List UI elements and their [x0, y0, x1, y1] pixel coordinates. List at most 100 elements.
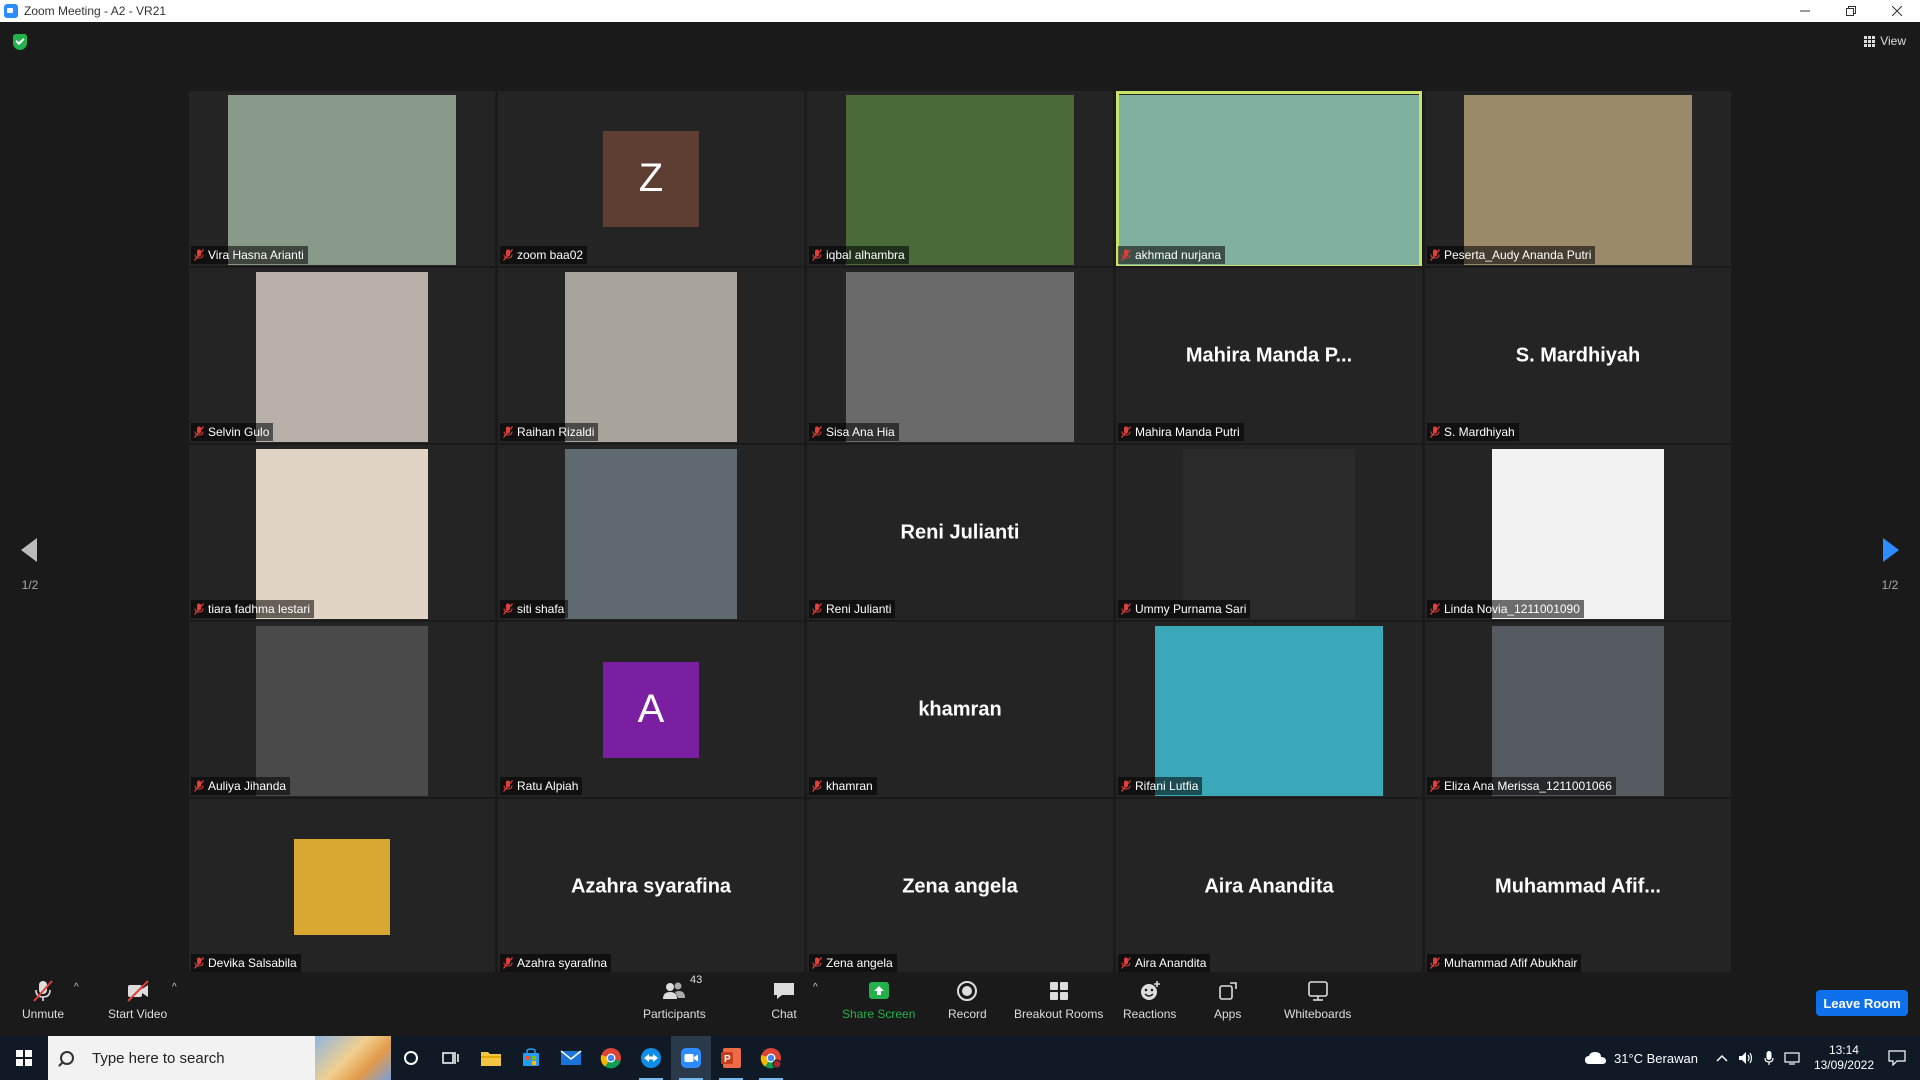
participant-tile[interactable]: Vira Hasna Arianti: [189, 91, 495, 266]
mic-muted-icon: [194, 780, 204, 792]
windows-logo-icon: [16, 1050, 32, 1066]
participant-tile[interactable]: siti shafa: [498, 445, 804, 620]
network-icon[interactable]: [1784, 1051, 1800, 1065]
minimize-button[interactable]: [1782, 0, 1828, 22]
leave-room-button[interactable]: Leave Room: [1816, 990, 1908, 1016]
whiteboards-button[interactable]: Whiteboards: [1284, 978, 1351, 1021]
clock-date: 13/09/2022: [1813, 1058, 1874, 1072]
zoom-taskbar-button[interactable]: [671, 1036, 711, 1080]
close-button[interactable]: [1874, 0, 1920, 22]
microsoft-store-button[interactable]: [511, 1036, 551, 1080]
participant-tile[interactable]: Ummy Purnama Sari: [1116, 445, 1422, 620]
record-label: Record: [948, 1007, 987, 1021]
start-button[interactable]: [0, 1036, 48, 1080]
mic-muted-icon: [503, 957, 513, 969]
grid-view-icon: [1864, 35, 1876, 47]
start-video-label: Start Video: [108, 1007, 168, 1021]
participant-tile[interactable]: iqbal alhambra: [807, 91, 1113, 266]
powerpoint-button[interactable]: P: [711, 1036, 751, 1080]
unmute-button[interactable]: Unmute: [22, 978, 64, 1021]
restore-button[interactable]: [1828, 0, 1874, 22]
chat-options-caret[interactable]: ^: [813, 982, 818, 993]
participant-video: [1183, 449, 1355, 619]
chrome-profile-button[interactable]: [751, 1036, 791, 1080]
participant-tile[interactable]: tiara fadhma lestari: [189, 445, 495, 620]
view-button[interactable]: View: [1864, 34, 1906, 48]
audio-options-caret[interactable]: ^: [74, 982, 79, 993]
record-button[interactable]: Record: [948, 978, 987, 1021]
participant-video: [256, 449, 428, 619]
file-explorer-button[interactable]: [471, 1036, 511, 1080]
participant-video: [1119, 95, 1419, 265]
participant-tile[interactable]: Mahira Manda P... Mahira Manda Putri: [1116, 268, 1422, 443]
participant-tile[interactable]: Reni Julianti Reni Julianti: [807, 445, 1113, 620]
participant-tile[interactable]: khamran khamran: [807, 622, 1113, 797]
previous-page-button[interactable]: [17, 534, 41, 566]
participant-name-label: Devika Salsabila: [191, 954, 301, 972]
participant-tile[interactable]: Raihan Rizaldi: [498, 268, 804, 443]
teamviewer-button[interactable]: [631, 1036, 671, 1080]
participant-display-name: Zena angela: [902, 875, 1018, 897]
share-screen-button[interactable]: Share Screen: [842, 978, 915, 1021]
mic-muted-icon: [1121, 249, 1131, 261]
participant-name: Devika Salsabila: [208, 956, 297, 970]
participant-tile[interactable]: S. Mardhiyah S. Mardhiyah: [1425, 268, 1731, 443]
chevron-up-icon[interactable]: [1716, 1053, 1728, 1063]
participant-tile[interactable]: Selvin Gulo: [189, 268, 495, 443]
cortana-button[interactable]: [391, 1036, 431, 1080]
chat-button[interactable]: Chat: [771, 978, 797, 1021]
encryption-shield-icon[interactable]: [13, 34, 27, 50]
participant-tile[interactable]: Sisa Ana Hia: [807, 268, 1113, 443]
participant-name: Mahira Manda Putri: [1135, 425, 1240, 439]
video-options-caret[interactable]: ^: [172, 982, 177, 993]
mic-muted-icon: [1430, 249, 1440, 261]
apps-button[interactable]: Apps: [1214, 978, 1241, 1021]
whiteboard-icon: [1307, 981, 1328, 1001]
task-view-button[interactable]: [431, 1036, 471, 1080]
mic-muted-icon: [503, 603, 513, 615]
start-video-button[interactable]: Start Video: [108, 978, 167, 1021]
mic-muted-icon: [812, 603, 822, 615]
participant-name-label: Linda Novia_1211001090: [1427, 600, 1584, 618]
participant-tile[interactable]: Auliya Jihanda: [189, 622, 495, 797]
participant-name-label: akhmad nurjana: [1118, 246, 1226, 264]
reactions-button[interactable]: Reactions: [1123, 978, 1176, 1021]
window-titlebar: Zoom Meeting - A2 - VR21: [0, 0, 1920, 22]
participant-tile[interactable]: Zena angela Zena angela: [807, 799, 1113, 974]
microphone-icon[interactable]: [1764, 1050, 1774, 1066]
participant-name: Muhammad Afif Abukhair: [1444, 956, 1578, 970]
participant-name: Reni Julianti: [826, 602, 892, 616]
mic-muted-icon: [1430, 603, 1440, 615]
mic-muted-icon: [812, 249, 822, 261]
participant-tile[interactable]: Devika Salsabila: [189, 799, 495, 974]
chrome-button[interactable]: [591, 1036, 631, 1080]
system-tray: 31°C Berawan 13:14 13/09/2022: [1584, 1036, 1920, 1080]
participant-name-label: Selvin Gulo: [191, 423, 274, 441]
clock-time: 13:14: [1828, 1043, 1859, 1057]
breakout-rooms-button[interactable]: Breakout Rooms: [1014, 978, 1103, 1021]
participant-tile[interactable]: A Ratu Alpiah: [498, 622, 804, 797]
next-page-button[interactable]: [1879, 534, 1903, 566]
participant-name: Sisa Ana Hia: [826, 425, 895, 439]
participant-tile[interactable]: Muhammad Afif... Muhammad Afif Abukhair: [1425, 799, 1731, 974]
notification-icon[interactable]: [1888, 1050, 1906, 1066]
view-label: View: [1880, 34, 1906, 48]
mail-button[interactable]: [551, 1036, 591, 1080]
participant-tile[interactable]: Peserta_Audy Ananda Putri: [1425, 91, 1731, 266]
participant-tile[interactable]: Linda Novia_1211001090: [1425, 445, 1731, 620]
participant-tile[interactable]: Azahra syarafina Azahra syarafina: [498, 799, 804, 974]
meeting-area: View 1/2 1/2 Vira Hasna Arianti Zzoom baa…: [0, 22, 1920, 974]
participant-tile[interactable]: akhmad nurjana: [1116, 91, 1422, 266]
taskbar-clock[interactable]: 13:14 13/09/2022: [1814, 1043, 1874, 1073]
weather-text[interactable]: 31°C Berawan: [1614, 1051, 1698, 1066]
participant-tile[interactable]: Zzoom baa02: [498, 91, 804, 266]
participant-tile[interactable]: Eliza Ana Merissa_1211001066: [1425, 622, 1731, 797]
participant-video: [1492, 626, 1664, 796]
participant-tile[interactable]: Aira Anandita Aira Anandita: [1116, 799, 1422, 974]
participant-name-label: Muhammad Afif Abukhair: [1427, 954, 1582, 972]
task-view-icon: [442, 1052, 459, 1064]
participant-tile[interactable]: Rifani Lutfia: [1116, 622, 1422, 797]
taskbar-search-box[interactable]: Type here to search: [48, 1036, 391, 1080]
speaker-icon[interactable]: [1738, 1051, 1754, 1065]
participant-name: tiara fadhma lestari: [208, 602, 311, 616]
